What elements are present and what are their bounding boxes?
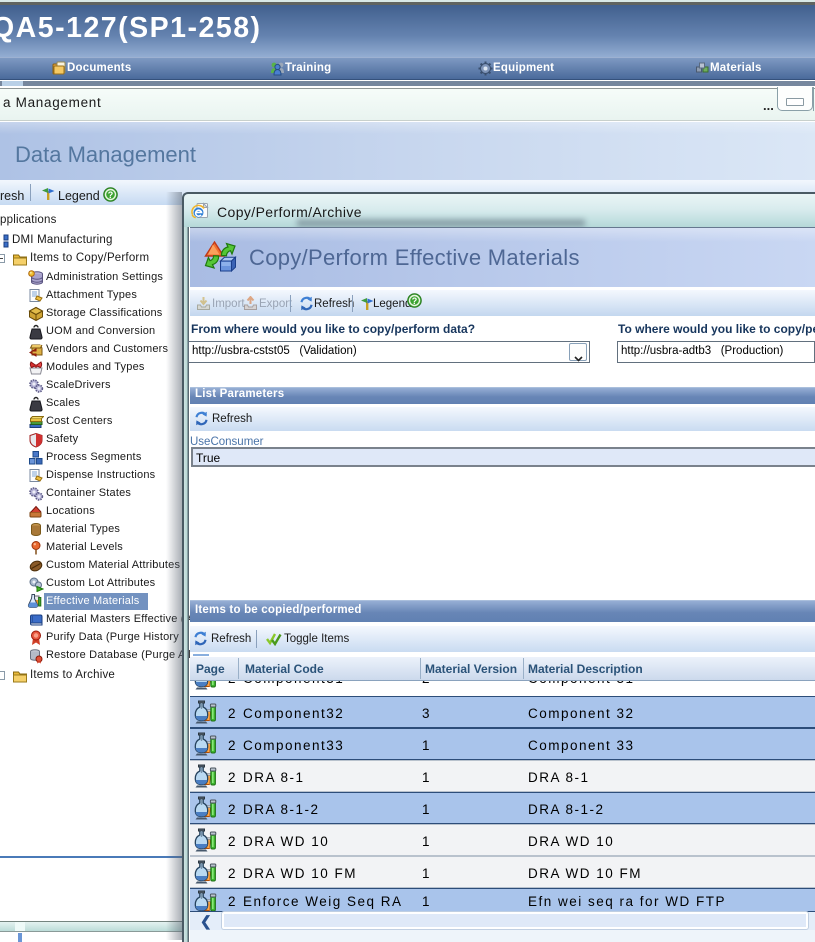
svg-text:?: ? [108,190,114,200]
svg-text:?: ? [412,296,418,306]
